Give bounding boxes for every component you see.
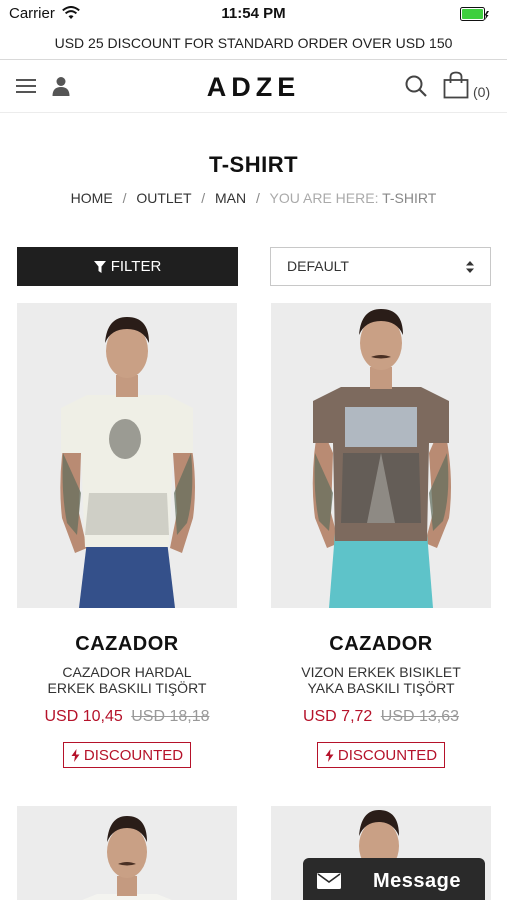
product-brand[interactable]: CAZADOR [271,633,491,656]
filter-icon [93,260,106,273]
sort-value: DEFAULT [287,258,349,274]
product-card[interactable]: CAZADOR CAZADOR HARDAL ERKEK BASKILI TIŞ… [17,303,237,768]
breadcrumb-outlet[interactable]: OUTLET [136,190,191,206]
product-price: USD 7,72 USD 13,63 [271,708,491,726]
product-image[interactable] [271,303,491,608]
breadcrumb-current-prefix: YOU ARE HERE: [269,190,383,206]
promo-banner: USD 25 DISCOUNT FOR STANDARD ORDER OVER … [0,28,507,60]
message-label: Message [373,869,461,892]
discount-label: DISCOUNTED [337,746,438,764]
product-name-line: YAKA BASKILI TIŞÖRT [307,680,455,696]
breadcrumb-home[interactable]: HOME [71,190,113,206]
product-name-line: CAZADOR HARDAL [62,664,192,680]
discount-label: DISCOUNTED [83,746,184,764]
model-photo [271,303,491,608]
sort-select[interactable]: DEFAULT [270,247,491,286]
product-name[interactable]: VIZON ERKEK BISIKLET YAKA BASKILI TIŞÖRT [271,664,491,696]
old-price: USD 18,18 [131,708,210,725]
status-time: 11:54 PM [221,5,286,22]
breadcrumb-current-label: T-SHIRT [382,190,437,206]
old-price: USD 13,63 [380,708,460,725]
product-image[interactable] [17,303,237,608]
cart-count[interactable]: (0) [473,84,490,100]
product-name-line: ERKEK BASKILI TIŞÖRT [47,680,207,696]
breadcrumb-current: YOU ARE HERE: T-SHIRT [270,190,437,206]
breadcrumb-separator: / [122,190,127,206]
product-price: USD 10,45 USD 18,18 [17,708,237,726]
current-price: USD 10,45 [44,708,123,725]
sort-arrows-icon [466,261,474,273]
discount-badge: DISCOUNTED [317,742,445,768]
breadcrumb-separator: / [256,190,260,206]
product-name[interactable]: CAZADOR HARDAL ERKEK BASKILI TIŞÖRT [17,664,237,696]
battery-icon [460,7,489,21]
search-icon[interactable] [404,74,428,98]
model-photo [17,806,237,900]
current-price: USD 7,72 [302,708,373,725]
product-image[interactable] [17,806,237,900]
shopping-bag-icon[interactable] [443,71,469,99]
page-title: T-SHIRT [208,152,299,177]
status-bar: Carrier 11:54 PM [0,0,507,28]
envelope-icon [317,873,341,889]
breadcrumb-man[interactable]: MAN [215,190,246,206]
lightning-icon [71,748,80,762]
model-photo [17,303,237,608]
site-logo[interactable]: ADZE [0,72,507,103]
product-card[interactable]: CAZADOR VIZON ERKEK BISIKLET YAKA BASKIL… [271,303,491,768]
breadcrumb-separator: / [201,190,206,206]
discount-badge: DISCOUNTED [63,742,191,768]
product-name-line: VIZON ERKEK BISIKLET [301,664,461,680]
message-chat-button[interactable]: Message [303,858,485,900]
filter-label: FILTER [110,258,162,275]
product-brand[interactable]: CAZADOR [17,633,237,656]
filter-button[interactable]: FILTER [17,247,238,286]
lightning-icon [325,748,334,762]
breadcrumb: HOME / OUTLET / MAN / YOU ARE HERE: T-SH… [0,190,507,206]
site-header: ADZE (0) [0,61,507,113]
